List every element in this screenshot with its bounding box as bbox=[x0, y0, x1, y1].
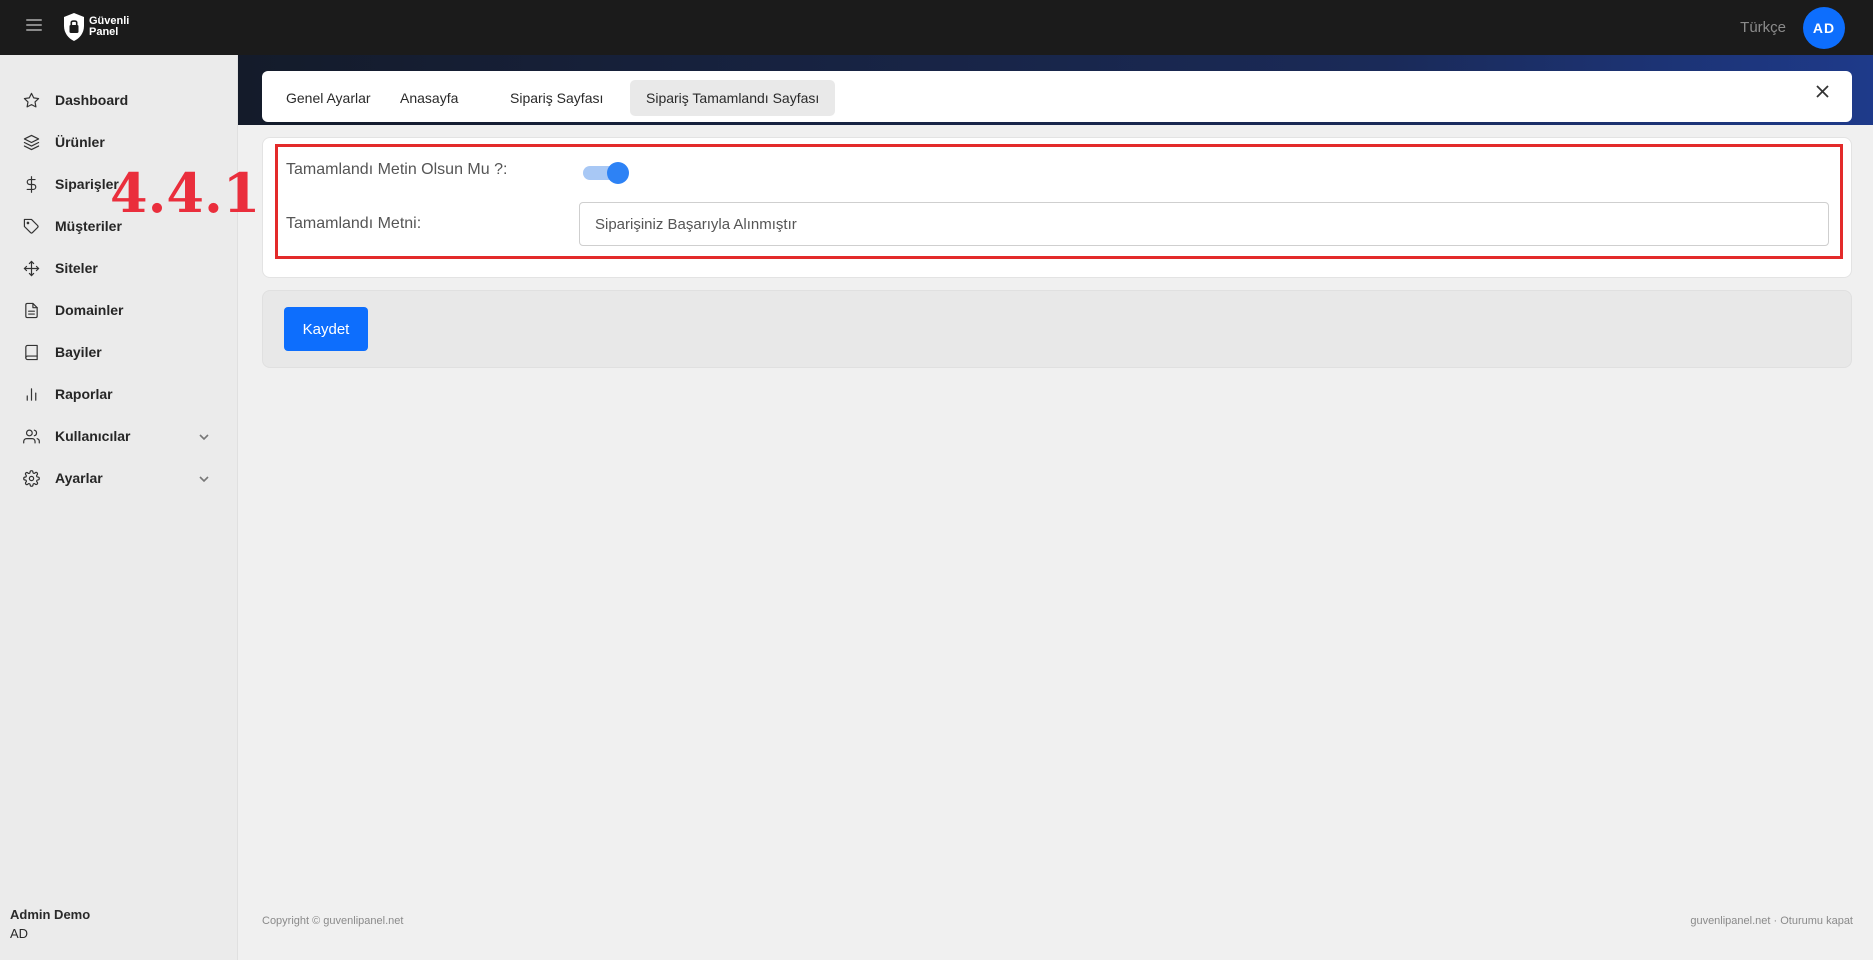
chevron-down-icon bbox=[198, 430, 210, 442]
avatar[interactable]: AD bbox=[1803, 7, 1845, 49]
sidebar-item-label: Siteler bbox=[55, 260, 98, 276]
completed-text-input[interactable] bbox=[579, 202, 1829, 246]
sidebar-item-label: Domainler bbox=[55, 302, 124, 318]
toggle-knob bbox=[607, 162, 629, 184]
file-icon bbox=[22, 301, 40, 319]
star-icon bbox=[22, 91, 40, 109]
chevron-down-icon bbox=[198, 472, 210, 484]
sidebar-item-label: Ürünler bbox=[55, 134, 105, 150]
logo[interactable]: Güvenli Panel bbox=[62, 12, 129, 42]
footer-site-link[interactable]: guvenlipanel.net bbox=[1690, 915, 1770, 927]
save-panel bbox=[262, 290, 1852, 368]
close-icon[interactable] bbox=[1816, 85, 1832, 101]
save-button[interactable]: Kaydet bbox=[284, 307, 368, 351]
sidebar-item-raporlar[interactable]: Raporlar bbox=[0, 373, 238, 415]
sidebar-item-label: Ayarlar bbox=[55, 470, 103, 486]
settings-tabs: Genel Ayarlar Anasayfa Sipariş Sayfası S… bbox=[262, 71, 1852, 122]
dollar-icon bbox=[22, 175, 40, 193]
text-label: Tamamlandı Metni: bbox=[286, 215, 422, 232]
top-bar: Güvenli Panel Türkçe AD bbox=[0, 0, 1873, 55]
sidebar-item-kullanicilar[interactable]: Kullanıcılar bbox=[0, 415, 238, 457]
footer-links: guvenlipanel.net · Oturumu kapat bbox=[1690, 915, 1853, 927]
tab-siparis-tamamlandi-sayfasi[interactable]: Sipariş Tamamlandı Sayfası bbox=[630, 80, 836, 116]
logo-text: Güvenli Panel bbox=[89, 15, 130, 38]
sidebar-item-bayiler[interactable]: Bayiler bbox=[0, 331, 238, 373]
hamburger-menu-icon[interactable] bbox=[26, 19, 42, 33]
language-selector[interactable]: Türkçe bbox=[1740, 19, 1786, 36]
book-icon bbox=[22, 343, 40, 361]
tab-genel-ayarlar[interactable]: Genel Ayarlar bbox=[270, 80, 387, 116]
layers-icon bbox=[22, 133, 40, 151]
users-icon bbox=[22, 427, 40, 445]
shield-lock-icon bbox=[64, 13, 84, 41]
tag-icon bbox=[22, 217, 40, 235]
logout-link[interactable]: Oturumu kapat bbox=[1780, 915, 1853, 927]
sidebar-item-urunler[interactable]: Ürünler bbox=[0, 121, 238, 163]
tab-siparis-sayfasi[interactable]: Sipariş Sayfası bbox=[494, 80, 619, 116]
footer-separator: · bbox=[1770, 915, 1781, 927]
user-initials: AD bbox=[10, 926, 29, 941]
move-icon bbox=[22, 259, 40, 277]
tab-anasayfa[interactable]: Anasayfa bbox=[384, 80, 474, 116]
sidebar-item-label: Dashboard bbox=[55, 92, 129, 108]
gear-icon bbox=[22, 469, 40, 487]
toggle-label: Tamamlandı Metin Olsun Mu ?: bbox=[286, 161, 508, 178]
completed-text-toggle[interactable] bbox=[583, 162, 629, 184]
bar-chart-icon bbox=[22, 385, 40, 403]
sidebar-item-siteler[interactable]: Siteler bbox=[0, 247, 238, 289]
user-name: Admin Demo bbox=[10, 907, 91, 922]
sidebar-item-domainler[interactable]: Domainler bbox=[0, 289, 238, 331]
sidebar-item-label: Kullanıcılar bbox=[55, 428, 131, 444]
sidebar-item-ayarlar[interactable]: Ayarlar bbox=[0, 457, 238, 499]
sidebar-item-label: Raporlar bbox=[55, 386, 113, 402]
sidebar-item-dashboard[interactable]: Dashboard bbox=[0, 79, 238, 121]
annotation-label: 4.4.1 bbox=[110, 161, 261, 225]
sidebar-item-label: Bayiler bbox=[55, 344, 102, 360]
footer-copyright: Copyright © guvenlipanel.net bbox=[262, 915, 404, 927]
